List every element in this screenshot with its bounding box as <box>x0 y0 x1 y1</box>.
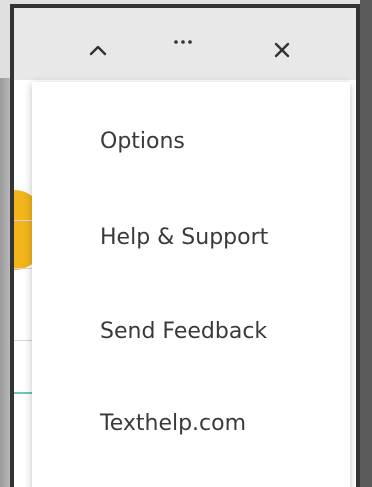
menu-item-label: Send Feedback <box>100 318 268 344</box>
menu-item-send-feedback[interactable]: Send Feedback <box>32 291 350 371</box>
dropdown-menu: Options Help & Support Send Feedback Tex… <box>32 82 350 487</box>
screen: Options Help & Support Send Feedback Tex… <box>0 0 372 487</box>
more-horizontal-icon <box>174 40 192 44</box>
background-shadow <box>360 0 372 487</box>
chevron-up-icon <box>89 45 107 56</box>
menu-item-texthelp-com[interactable]: Texthelp.com <box>32 383 350 463</box>
menu-item-label: Help & Support <box>100 224 269 250</box>
menu-item-label: Options <box>100 128 185 154</box>
toolbar <box>14 8 356 80</box>
menu-item-options[interactable]: Options <box>32 101 350 181</box>
toolbar-window: Options Help & Support Send Feedback Tex… <box>10 4 360 487</box>
more-button[interactable] <box>163 22 203 62</box>
collapse-button[interactable] <box>78 30 118 70</box>
close-button[interactable] <box>262 30 302 70</box>
close-icon <box>274 42 290 58</box>
menu-item-label: Texthelp.com <box>100 410 247 436</box>
menu-item-help-support[interactable]: Help & Support <box>32 197 350 277</box>
